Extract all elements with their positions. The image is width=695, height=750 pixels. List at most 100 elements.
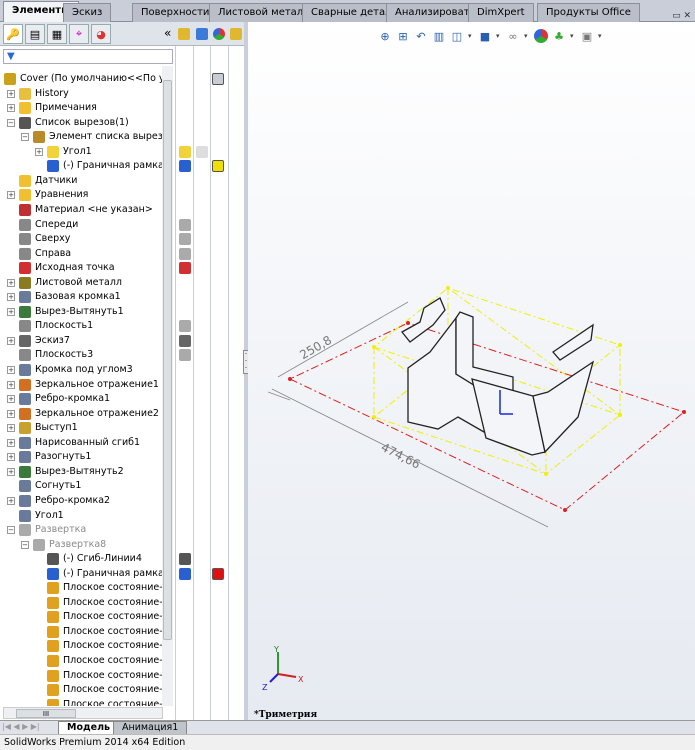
tree-item[interactable]: − Развертка: [0, 523, 172, 537]
tree-item[interactable]: + Ребро-кромка1: [0, 392, 172, 406]
tree-item[interactable]: + Выступ1: [0, 421, 172, 435]
tab-scroll-arrows[interactable]: |◀ ◀ ▶ ▶|: [2, 722, 40, 731]
tree-item[interactable]: + Вырез-Вытянуть1: [0, 305, 172, 319]
expand-icon[interactable]: +: [7, 104, 15, 113]
tree-item[interactable]: Cover (По умолчанию<<По ум: [0, 72, 172, 86]
expand-icon[interactable]: +: [7, 366, 15, 374]
dimension-width[interactable]: 250,8: [297, 333, 334, 362]
show-icon[interactable]: [178, 28, 190, 40]
configuration-tab-icon[interactable]: ▦: [47, 24, 67, 44]
tree-item[interactable]: Плоскость3: [0, 348, 172, 362]
display-column-icon[interactable]: [179, 349, 191, 362]
tree-item[interactable]: (-) Граничная рамка4: [0, 567, 172, 581]
tree-item[interactable]: (-) Сгиб-Линии4: [0, 552, 172, 566]
display-column-icon[interactable]: [196, 145, 208, 158]
display-column-icon[interactable]: [179, 145, 191, 158]
tree-item[interactable]: + Разогнуть1: [0, 450, 172, 464]
expand-icon[interactable]: +: [35, 147, 43, 156]
tree-item[interactable]: + Эскиз7: [0, 334, 172, 348]
tree-item[interactable]: (-) Граничная рамка_: [0, 159, 172, 173]
tree-item[interactable]: + Зеркальное отражение2: [0, 407, 172, 421]
feature-tree-tab-icon[interactable]: 🔑: [3, 24, 23, 44]
appearance-icon[interactable]: [213, 28, 225, 40]
display-column-icon[interactable]: [179, 567, 191, 580]
tree-item[interactable]: Исходная точка: [0, 261, 172, 275]
graphics-viewport[interactable]: ⊕ ⊞ ↶ ▥ ◫▾ ■▾ ∞▾ ♣▾ ▣▾ 250,8 474,66: [248, 22, 695, 720]
expand-icon[interactable]: +: [7, 89, 15, 98]
expand-icon[interactable]: +: [7, 191, 15, 200]
collapse-icon[interactable]: −: [21, 540, 29, 549]
display-column-icon[interactable]: [179, 218, 191, 231]
tree-item[interactable]: Согнуть1: [0, 479, 172, 493]
tree-item[interactable]: − Развертка8: [0, 538, 172, 552]
display-column-icon[interactable]: [179, 334, 191, 347]
tree-item[interactable]: Плоское состояние-·: [0, 639, 172, 653]
dimension-length[interactable]: 474,66: [379, 440, 423, 472]
appearance-swatch[interactable]: [212, 73, 224, 85]
display-column-icon[interactable]: [179, 553, 191, 566]
expand-icon[interactable]: +: [7, 380, 15, 389]
tree-item[interactable]: + Кромка под углом3: [0, 363, 172, 377]
tree-horizontal-scrollbar[interactable]: III: [3, 707, 163, 719]
tree-item[interactable]: + Ребро-кромка2: [0, 494, 172, 508]
tree-item[interactable]: + Угол1: [0, 145, 172, 159]
display-column-icon[interactable]: [179, 320, 191, 333]
tree-item[interactable]: Плоское состояние-·: [0, 596, 172, 610]
config-icon[interactable]: [230, 28, 242, 40]
tree-item[interactable]: Плоское состояние-·: [0, 698, 172, 706]
window-controls[interactable]: ▭ ✕: [672, 11, 691, 21]
expand-icon[interactable]: +: [7, 496, 15, 505]
expand-icon[interactable]: +: [7, 395, 15, 404]
expand-icon[interactable]: +: [7, 307, 15, 316]
expand-icon[interactable]: +: [7, 336, 15, 345]
tab-2[interactable]: Поверхности: [132, 3, 219, 22]
tree-item[interactable]: − Элемент списка вырезов: [0, 130, 172, 144]
tree-item[interactable]: Плоское состояние-·: [0, 581, 172, 595]
expand-icon[interactable]: +: [7, 278, 15, 287]
tree-item[interactable]: Датчики: [0, 174, 172, 188]
tree-item[interactable]: Справа: [0, 247, 172, 261]
display-column-icon[interactable]: [179, 262, 191, 275]
display-manager-tab-icon[interactable]: ◕: [91, 24, 111, 44]
collapse-icon[interactable]: −: [21, 133, 29, 142]
expand-icon[interactable]: +: [7, 409, 15, 418]
tab-model[interactable]: Модель: [58, 721, 120, 735]
tree-item[interactable]: Спереди: [0, 218, 172, 232]
property-manager-tab-icon[interactable]: ▤: [25, 24, 45, 44]
tree-item[interactable]: + Листовой металл: [0, 276, 172, 290]
collapse-icon[interactable]: −: [7, 118, 15, 127]
display-column-icon[interactable]: [179, 160, 191, 173]
tree-item[interactable]: + Вырез-Вытянуть2: [0, 465, 172, 479]
tree-item[interactable]: Плоское состояние-·: [0, 625, 172, 639]
tree-item[interactable]: Материал <не указан>: [0, 203, 172, 217]
tree-item[interactable]: Плоское состояние-·: [0, 610, 172, 624]
tree-item[interactable]: Плоское состояние-·: [0, 683, 172, 697]
appearance-swatch[interactable]: [212, 567, 224, 580]
tab-1[interactable]: Эскиз: [63, 3, 112, 22]
appearance-swatch[interactable]: [212, 160, 224, 173]
expand-icon[interactable]: +: [7, 424, 15, 433]
tree-vertical-scrollbar[interactable]: [162, 66, 173, 706]
tree-item[interactable]: Плоскость1: [0, 319, 172, 333]
tab-7[interactable]: Продукты Office: [537, 3, 640, 22]
expand-icon[interactable]: +: [7, 293, 15, 302]
tree-item[interactable]: Плоское состояние-·: [0, 654, 172, 668]
expand-icon[interactable]: +: [7, 438, 15, 447]
display-column-icon[interactable]: [179, 247, 191, 260]
tree-item[interactable]: Угол1: [0, 509, 172, 523]
tree-item[interactable]: Плоское состояние-·: [0, 669, 172, 683]
tree-item[interactable]: + History: [0, 87, 172, 101]
collapse-icon[interactable]: −: [7, 526, 15, 535]
expand-icon[interactable]: +: [7, 467, 15, 476]
tab-animation[interactable]: Анимация1: [113, 721, 188, 735]
tree-item[interactable]: + Зеркальное отражение1: [0, 378, 172, 392]
expand-icon[interactable]: +: [7, 453, 15, 462]
display-column-icon[interactable]: [179, 233, 191, 246]
collapse-button[interactable]: «: [164, 26, 171, 40]
tree-item[interactable]: − Список вырезов(1): [0, 116, 172, 130]
tree-item[interactable]: + Уравнения: [0, 188, 172, 202]
tree-item[interactable]: + Нарисованный сгиб1: [0, 436, 172, 450]
display-state-icon[interactable]: [196, 28, 208, 40]
tree-item[interactable]: + Примечания: [0, 101, 172, 115]
tree-item[interactable]: Сверху: [0, 232, 172, 246]
